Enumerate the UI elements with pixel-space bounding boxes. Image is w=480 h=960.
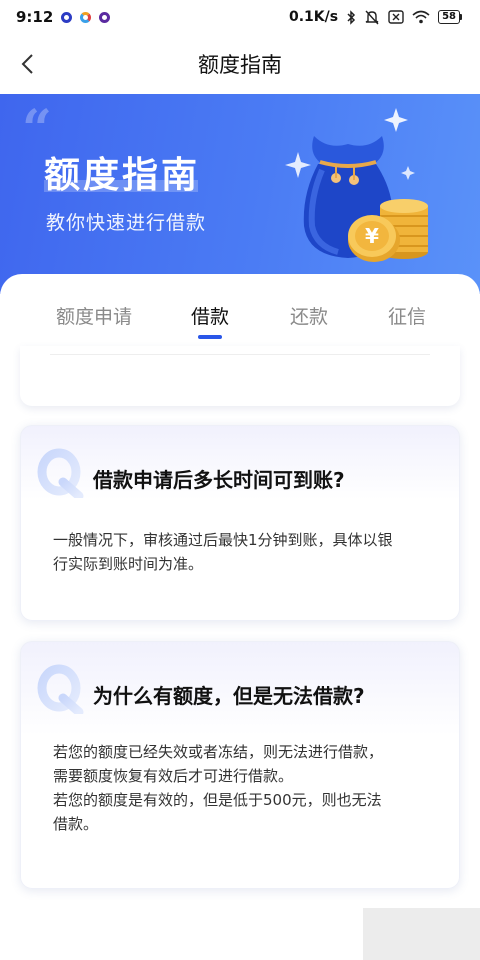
banner: “ 额度指南 教你快速进行借款 ¥ [0,94,480,294]
battery-tip [460,14,462,20]
notification-icon [61,11,73,23]
sim-icon [388,10,404,24]
notification-icon [80,11,92,23]
answer-line: 行实际到账时间为准。 [53,555,204,573]
chevron-left-icon [21,54,33,74]
divider [50,354,430,355]
banner-title: 额度指南 [44,155,201,196]
tab-bar: 额度申请 借款 还款 征信 [0,274,480,344]
tab-credit-report[interactable]: 征信 [388,302,426,329]
question-text: 为什么有额度，但是无法借款? [93,684,365,708]
money-bag-illustration: ¥ [285,108,428,262]
nav-bar: 额度指南 [0,34,480,94]
tab-borrowing[interactable]: 借款 [191,302,229,329]
status-bar: 9:12 0.1K/s 58 [0,0,480,34]
wifi-icon [412,10,430,24]
status-time: 9:12 [16,8,54,26]
question-icon [37,448,84,498]
sparkle-icon [285,152,311,178]
answer-line: 若您的额度已经失效或者冻结，则无法进行借款， [53,743,384,761]
answer-text: 一般情况下，审核通过后最快1分钟到账，具体以银 行实际到账时间为准。 [53,528,445,576]
banner-subtitle: 教你快速进行借款 [46,212,207,234]
content-panel: 额度申请 借款 还款 征信 借款申请后多长时间可到账? 一般情况下，审核通过后最… [0,274,480,960]
answer-line: 需要额度恢复有效后才可进行借款。 [53,767,294,785]
qa-card: 为什么有额度，但是无法借款? 若您的额度已经失效或者冻结，则无法进行借款， 需要… [20,641,460,889]
sparkle-icon [384,108,408,132]
qa-card-partial [20,346,460,406]
status-left: 9:12 [16,8,111,26]
tab-repayment[interactable]: 还款 [290,302,328,329]
qa-card: 借款申请后多长时间可到账? 一般情况下，审核通过后最快1分钟到账，具体以银 行实… [20,425,460,621]
active-tab-indicator [198,335,222,339]
network-speed: 0.1K/s [288,9,339,25]
back-button[interactable] [12,48,44,80]
battery-level: 58 [438,10,460,24]
question-icon [37,664,84,714]
page-title: 额度指南 [198,53,282,77]
question-text: 借款申请后多长时间可到账? [93,468,345,492]
coin-symbol: ¥ [365,224,379,248]
bluetooth-icon [347,9,356,25]
corner-overlay [363,908,480,960]
answer-line: 借款。 [53,815,99,833]
sparkle-icon [401,166,415,180]
answer-line: 一般情况下，审核通过后最快1分钟到账，具体以银 [53,531,393,549]
notification-icon [99,11,111,23]
battery-icon: 58 [438,10,462,24]
answer-line: 若您的额度是有效的，但是低于500元，则也无法 [53,791,382,809]
tab-credit-application[interactable]: 额度申请 [56,302,132,329]
status-right: 0.1K/s 58 [289,9,462,25]
mute-icon [365,10,379,24]
answer-text: 若您的额度已经失效或者冻结，则无法进行借款， 需要额度恢复有效后才可进行借款。 … [53,740,445,836]
